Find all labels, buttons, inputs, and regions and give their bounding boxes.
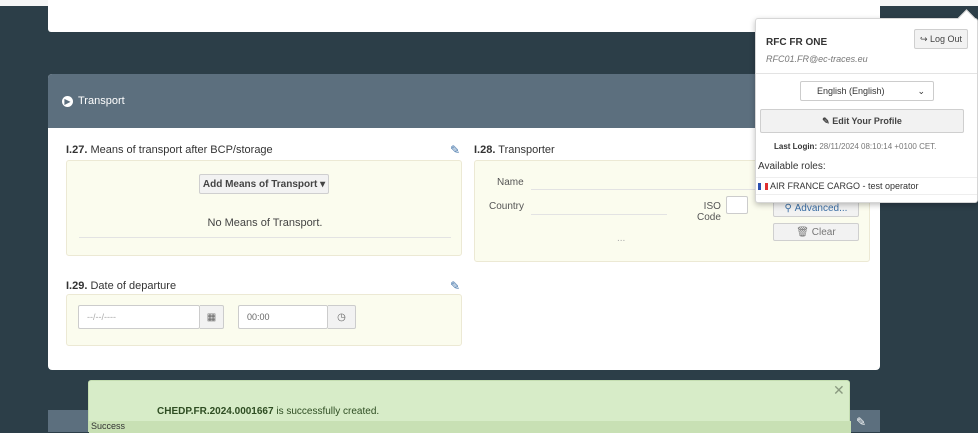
caret-down-icon: ▾	[320, 178, 326, 190]
means-of-transport-title: I.27. Means of transport after BCP/stora…	[66, 144, 273, 156]
edit-icon[interactable]: ✎	[856, 415, 866, 429]
country-label: Country	[489, 201, 525, 212]
france-flag-icon	[758, 182, 768, 190]
dropdown-caret	[957, 9, 976, 28]
close-icon[interactable]: ✕	[833, 382, 845, 399]
available-roles-label: Available roles:	[758, 161, 826, 172]
success-notification: ✕ CHEDP.FR.2024.0001667 is successfully …	[88, 380, 851, 433]
chevron-down-icon: ⌄	[917, 85, 925, 96]
user-email: RFC01.FR@ec-traces.eu	[766, 54, 868, 64]
language-select[interactable]: English (English) ⌄	[800, 81, 934, 101]
more-fields-ellipsis[interactable]: ...	[617, 233, 625, 244]
sign-out-icon: ↪	[919, 33, 928, 44]
edit-icon: ✎	[822, 115, 830, 126]
no-means-text: No Means of Transport.	[207, 217, 323, 229]
success-message: CHEDP.FR.2024.0001667 is successfully cr…	[157, 406, 380, 417]
add-means-of-transport-button[interactable]: Add Means of Transport ▾	[199, 174, 329, 194]
name-label: Name	[497, 177, 524, 188]
edit-profile-button[interactable]: ✎ Edit Your Profile	[760, 109, 964, 133]
transport-panel-title: Transport	[78, 95, 125, 107]
last-login: Last Login: 28/11/2024 08:10:14 +0100 CE…	[774, 142, 937, 151]
divider	[79, 237, 451, 238]
clear-button[interactable]: 🗑 Clear	[773, 223, 859, 241]
transporter-title: I.28. Transporter	[474, 144, 555, 156]
trash-icon: 🗑	[796, 226, 809, 238]
edit-icon[interactable]: ✎	[450, 143, 460, 157]
means-of-transport-box: Add Means of Transport ▾ No Means of Tra…	[66, 160, 462, 256]
country-field[interactable]	[531, 214, 667, 215]
logout-button[interactable]: ↪ Log Out	[914, 29, 968, 49]
iso-code-input[interactable]	[726, 196, 748, 214]
name-field[interactable]	[531, 189, 771, 190]
edit-icon[interactable]: ✎	[450, 279, 460, 293]
date-of-departure-box: --/--/---- ▦ 00:00 ◷	[66, 294, 462, 346]
calendar-icon[interactable]: ▦	[200, 305, 224, 329]
departure-date-input[interactable]: --/--/----	[78, 305, 200, 329]
divider	[756, 73, 977, 74]
departure-time-input[interactable]: 00:00	[238, 305, 328, 329]
user-menu-dropdown: RFC FR ONE RFC01.FR@ec-traces.eu ↪ Log O…	[755, 9, 978, 203]
iso-code-label: ISO Code	[697, 201, 721, 223]
clock-icon[interactable]: ◷	[328, 305, 356, 329]
chevron-right-icon: ▶	[62, 95, 73, 107]
role-item[interactable]: AIR FRANCE CARGO - test operator	[756, 177, 977, 195]
date-of-departure-title: I.29. Date of departure	[66, 280, 177, 292]
success-status-bar: Success	[89, 421, 851, 433]
user-name: RFC FR ONE	[766, 37, 828, 48]
search-icon: ⚲	[784, 202, 792, 214]
